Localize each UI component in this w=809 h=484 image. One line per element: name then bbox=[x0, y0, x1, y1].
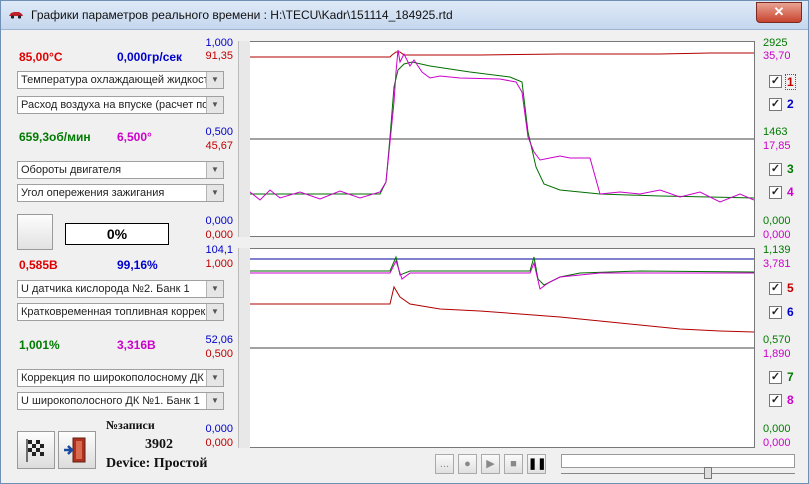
scale-left-2: 91,35 bbox=[205, 50, 233, 62]
scale-right-12: 0,000 bbox=[763, 437, 791, 449]
coolant-temp-value: 85,00°C bbox=[19, 50, 63, 64]
channel-6-label: 6 bbox=[787, 305, 794, 319]
scale-right-2: 35,70 bbox=[763, 50, 791, 62]
scale-left-4: 45,67 bbox=[205, 140, 233, 152]
scale-left-12: 0,000 bbox=[205, 437, 233, 449]
play-button[interactable]: ▶ bbox=[481, 454, 500, 474]
channel-7-label: 7 bbox=[787, 370, 794, 384]
checkered-flag-icon bbox=[26, 439, 44, 462]
scale-right-4: 17,85 bbox=[763, 140, 791, 152]
more-button[interactable]: ... bbox=[435, 454, 454, 474]
fuel-trim-value: 99,16% bbox=[117, 258, 158, 272]
channel-3-label: 3 bbox=[787, 162, 794, 176]
trace-7-wideband-corr bbox=[240, 255, 755, 286]
close-button[interactable]: ✕ bbox=[756, 2, 802, 23]
blank-button[interactable] bbox=[17, 214, 53, 250]
trace-1-coolant bbox=[240, 51, 754, 58]
scale-left-7: 104,1 bbox=[205, 244, 233, 256]
channel-5-label: 5 bbox=[787, 281, 794, 295]
ignition-angle-value: 6,500° bbox=[117, 130, 152, 144]
exit-door-icon bbox=[64, 437, 86, 463]
record-icon: ● bbox=[464, 458, 471, 470]
finish-button[interactable] bbox=[17, 431, 55, 469]
chart-top-plot bbox=[239, 49, 755, 203]
position-slider-rail bbox=[561, 473, 795, 476]
trace-8-wideband-volt bbox=[240, 259, 754, 290]
scale-right-6: 0,000 bbox=[763, 229, 791, 241]
exit-button[interactable] bbox=[58, 431, 96, 469]
chart-top[interactable] bbox=[239, 41, 755, 237]
channel-3-checkbox[interactable]: ✓ bbox=[769, 163, 782, 176]
car-icon bbox=[9, 12, 23, 19]
scale-right-11: 0,000 bbox=[763, 423, 791, 435]
stop-button[interactable]: ■ bbox=[504, 454, 523, 474]
scale-right-8: 3,781 bbox=[763, 258, 791, 270]
channel-2-checkbox[interactable]: ✓ bbox=[769, 98, 782, 111]
chart-top-scrollbar[interactable] bbox=[238, 41, 250, 237]
position-slider-thumb[interactable] bbox=[704, 467, 712, 479]
pause-icon: ❚❚ bbox=[528, 458, 547, 470]
wideband-correction-value: 1,001% bbox=[19, 338, 60, 352]
channel-8-checkbox[interactable]: ✓ bbox=[769, 394, 782, 407]
channel-2-label: 2 bbox=[787, 97, 794, 111]
o2-sensor-value: 0,585В bbox=[19, 258, 58, 272]
scale-right-5: 0,000 bbox=[763, 215, 791, 227]
title-bar: Графики параметров реального времени : H… bbox=[1, 1, 808, 30]
channel-6-checkbox[interactable]: ✓ bbox=[769, 306, 782, 319]
channel-4-label: 4 bbox=[787, 185, 794, 199]
channel-1-label: 1 bbox=[785, 74, 796, 90]
scale-right-9: 0,570 bbox=[763, 334, 791, 346]
app-window: Графики параметров реального времени : H… bbox=[0, 0, 809, 484]
play-icon: ▶ bbox=[486, 458, 495, 470]
chart-bottom-plot bbox=[240, 255, 755, 349]
chart-bottom-scrollbar[interactable] bbox=[238, 248, 250, 448]
trace-3-rpm bbox=[240, 61, 755, 199]
window-title: Графики параметров реального времени : H… bbox=[31, 8, 453, 22]
channel-7-checkbox[interactable]: ✓ bbox=[769, 371, 782, 384]
position-track[interactable] bbox=[561, 454, 795, 468]
progress-percent: 0% bbox=[65, 223, 169, 245]
channel-1-checkbox[interactable]: ✓ bbox=[769, 75, 782, 88]
wideband-voltage-value: 3,316В bbox=[117, 338, 156, 352]
channel-4-checkbox[interactable]: ✓ bbox=[769, 186, 782, 199]
device-status: Device: Простой bbox=[106, 456, 208, 471]
scale-left-1: 1,000 bbox=[205, 37, 233, 49]
scale-right-10: 1,890 bbox=[763, 348, 791, 360]
scale-left-5: 0,000 bbox=[205, 215, 233, 227]
scale-left-6: 0,000 bbox=[205, 229, 233, 241]
record-label: №записи bbox=[106, 418, 155, 432]
scale-right-1: 2925 bbox=[763, 37, 788, 49]
trace-4-ignition bbox=[239, 49, 755, 203]
trace-5-o2-sensor bbox=[240, 285, 755, 333]
scale-left-8: 1,000 bbox=[205, 258, 233, 270]
chart-bottom[interactable] bbox=[239, 248, 755, 448]
left-scales: 1,000 91,35 0,500 45,67 0,000 0,000 104,… bbox=[171, 37, 233, 457]
record-button[interactable]: ● bbox=[458, 454, 477, 474]
scale-left-9: 52,06 bbox=[205, 334, 233, 346]
channel-8-label: 8 bbox=[787, 393, 794, 407]
scale-left-11: 0,000 bbox=[205, 423, 233, 435]
scale-right-3: 1463 bbox=[763, 126, 788, 138]
channel-5-checkbox[interactable]: ✓ bbox=[769, 282, 782, 295]
engine-rpm-value: 659,3об/мин bbox=[19, 130, 91, 144]
record-number: 3902 bbox=[145, 437, 173, 452]
pause-button[interactable]: ❚❚ bbox=[527, 454, 546, 474]
stop-icon: ■ bbox=[510, 458, 517, 470]
scale-right-7: 1,139 bbox=[763, 244, 791, 256]
scale-left-3: 0,500 bbox=[205, 126, 233, 138]
scale-left-10: 0,500 bbox=[205, 348, 233, 360]
